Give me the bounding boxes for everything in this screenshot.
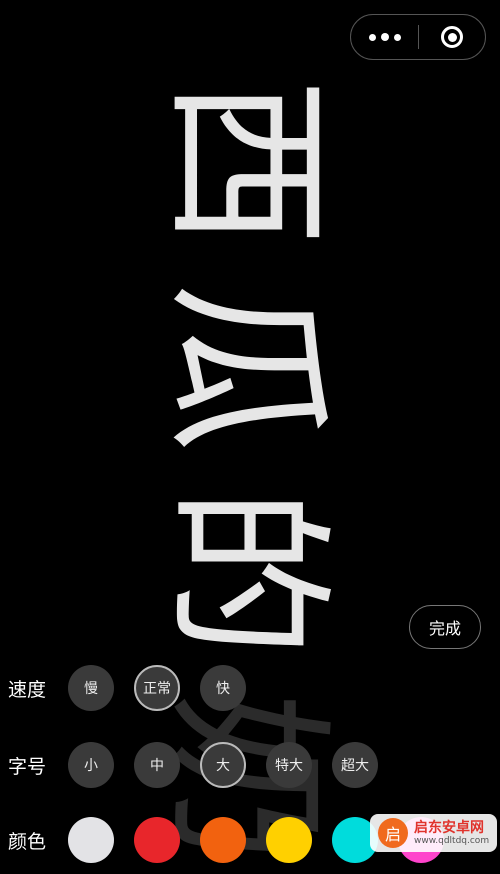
speed-row: 速度 慢 正常 快 [0, 665, 500, 711]
more-button[interactable] [351, 15, 418, 59]
watermark-title: 启东安卓网 [414, 819, 484, 836]
color-swatch-yellow[interactable] [266, 817, 312, 863]
close-button[interactable] [419, 15, 485, 59]
size-option-large[interactable]: 大 [200, 742, 246, 788]
marquee-glyph: 瓜 [146, 282, 345, 453]
color-swatch-red[interactable] [134, 817, 180, 863]
watermark-url: www.qdltdq.com [414, 835, 490, 846]
marquee-glyph: 的 [146, 487, 345, 658]
done-button[interactable]: 完成 [409, 605, 481, 649]
watermark-logo: 启 [378, 818, 408, 848]
more-dots-icon [368, 33, 401, 41]
watermark-text: 启东安卓网 www.qdltdq.com [414, 820, 489, 847]
size-row: 字号 小 中 大 特大 超大 [0, 742, 500, 788]
color-swatch-white[interactable] [68, 817, 114, 863]
speed-option-slow[interactable]: 慢 [68, 665, 114, 711]
menu-capsule [350, 14, 486, 60]
size-label: 字号 [8, 755, 47, 778]
size-option-medium[interactable]: 中 [134, 742, 180, 788]
size-option-xxlarge[interactable]: 超大 [332, 742, 378, 788]
speed-option-fast[interactable]: 快 [200, 665, 246, 711]
color-swatch-orange[interactable] [200, 817, 246, 863]
speed-label: 速度 [8, 678, 47, 701]
speed-option-normal[interactable]: 正常 [134, 665, 180, 711]
size-option-xlarge[interactable]: 特大 [266, 742, 312, 788]
size-option-small[interactable]: 小 [68, 742, 114, 788]
target-close-icon [441, 26, 463, 48]
color-label: 颜色 [8, 830, 47, 853]
marquee-glyph: 西 [146, 77, 345, 248]
site-watermark: 启 启东安卓网 www.qdltdq.com [370, 814, 498, 852]
